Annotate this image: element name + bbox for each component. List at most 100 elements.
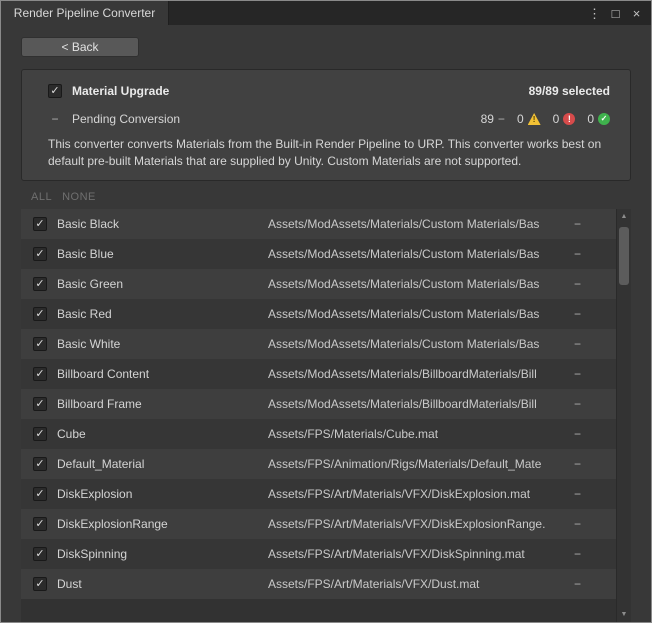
material-name: Basic Black xyxy=(57,217,268,231)
status-dash-icon: − xyxy=(570,457,610,471)
check-icon: ✓ xyxy=(35,249,44,260)
material-path: Assets/FPS/Animation/Rigs/Materials/Defa… xyxy=(268,457,570,471)
material-path: Assets/ModAssets/Materials/Custom Materi… xyxy=(268,337,570,351)
check-icon: ✓ xyxy=(35,429,44,440)
converter-panel: ✓ Material Upgrade 89/89 selected − Pend… xyxy=(21,69,631,181)
error-count-value: 0 xyxy=(553,112,560,126)
select-none-button[interactable]: NONE xyxy=(62,191,96,203)
warning-count-value: 0 xyxy=(517,112,524,126)
list-area: ✓ Basic Black Assets/ModAssets/Materials… xyxy=(21,209,631,622)
material-name: DiskExplosionRange xyxy=(57,517,268,531)
row-checkbox[interactable]: ✓ xyxy=(33,337,47,351)
status-dash-icon: − xyxy=(570,577,610,591)
row-checkbox[interactable]: ✓ xyxy=(33,367,47,381)
check-icon: ✓ xyxy=(35,279,44,290)
scrollbar-track[interactable] xyxy=(617,224,631,607)
scroll-up-icon[interactable]: ▲ xyxy=(617,209,631,224)
select-all-button[interactable]: ALL xyxy=(31,191,52,203)
material-path: Assets/ModAssets/Materials/Custom Materi… xyxy=(268,247,570,261)
status-dash-icon: − xyxy=(570,307,610,321)
material-name: Billboard Content xyxy=(57,367,268,381)
status-counts: 89 − 0 ! 0 ! 0 ✓ xyxy=(481,112,610,126)
converter-checkbox[interactable]: ✓ xyxy=(48,84,62,98)
list-item[interactable]: ✓ DiskExplosionRange Assets/FPS/Art/Mate… xyxy=(21,509,616,539)
check-icon: ✓ xyxy=(35,309,44,320)
list-item[interactable]: ✓ Billboard Content Assets/ModAssets/Mat… xyxy=(21,359,616,389)
check-icon: ✓ xyxy=(35,519,44,530)
material-path: Assets/FPS/Art/Materials/VFX/DiskExplosi… xyxy=(268,517,570,531)
material-name: Basic Red xyxy=(57,307,268,321)
list-controls: ALL NONE xyxy=(1,187,651,209)
material-list: ✓ Basic Black Assets/ModAssets/Materials… xyxy=(21,209,616,622)
check-icon: ✓ xyxy=(35,579,44,590)
list-item[interactable]: ✓ Default_Material Assets/FPS/Animation/… xyxy=(21,449,616,479)
check-icon: ✓ xyxy=(35,369,44,380)
window-controls: ⋮ □ × xyxy=(586,1,651,25)
check-icon: ✓ xyxy=(35,549,44,560)
toolbar: < Back xyxy=(1,25,651,67)
list-item[interactable]: ✓ DiskExplosion Assets/FPS/Art/Materials… xyxy=(21,479,616,509)
row-checkbox[interactable]: ✓ xyxy=(33,247,47,261)
material-name: DiskSpinning xyxy=(57,547,268,561)
material-path: Assets/ModAssets/Materials/Custom Materi… xyxy=(268,307,570,321)
status-dash-icon: − xyxy=(570,367,610,381)
converter-header: ✓ Material Upgrade 89/89 selected xyxy=(48,76,610,106)
material-name: Basic Green xyxy=(57,277,268,291)
status-dash-icon: − xyxy=(570,337,610,351)
converter-description: This converter converts Materials from t… xyxy=(48,132,610,170)
row-checkbox[interactable]: ✓ xyxy=(33,457,47,471)
row-checkbox[interactable]: ✓ xyxy=(33,307,47,321)
check-icon: ✓ xyxy=(50,86,59,97)
scrollbar[interactable]: ▲ ▼ xyxy=(616,209,631,622)
row-checkbox[interactable]: ✓ xyxy=(33,487,47,501)
row-checkbox[interactable]: ✓ xyxy=(33,517,47,531)
list-item[interactable]: ✓ Basic White Assets/ModAssets/Materials… xyxy=(21,329,616,359)
pending-count-value: 89 xyxy=(481,112,494,126)
list-item[interactable]: ✓ Dust Assets/FPS/Art/Materials/VFX/Dust… xyxy=(21,569,616,599)
row-checkbox[interactable]: ✓ xyxy=(33,577,47,591)
menu-icon[interactable]: ⋮ xyxy=(586,4,603,22)
row-checkbox[interactable]: ✓ xyxy=(33,277,47,291)
converter-title: Material Upgrade xyxy=(72,84,169,98)
list-item[interactable]: ✓ DiskSpinning Assets/FPS/Art/Materials/… xyxy=(21,539,616,569)
row-checkbox[interactable]: ✓ xyxy=(33,397,47,411)
list-item[interactable]: ✓ Basic Red Assets/ModAssets/Materials/C… xyxy=(21,299,616,329)
pending-row: − Pending Conversion 89 − 0 ! 0 ! 0 ✓ xyxy=(48,106,610,132)
maximize-icon[interactable]: □ xyxy=(607,4,624,22)
material-path: Assets/FPS/Art/Materials/VFX/Dust.mat xyxy=(268,577,570,591)
error-icon: ! xyxy=(563,113,575,125)
status-dash-icon: − xyxy=(570,217,610,231)
warning-count: 0 ! xyxy=(517,112,541,126)
material-name: Dust xyxy=(57,577,268,591)
warning-icon: ! xyxy=(528,113,541,125)
list-item[interactable]: ✓ Basic Green Assets/ModAssets/Materials… xyxy=(21,269,616,299)
close-icon[interactable]: × xyxy=(628,4,645,22)
material-name: Billboard Frame xyxy=(57,397,268,411)
check-icon: ✓ xyxy=(35,219,44,230)
window-tab[interactable]: Render Pipeline Converter xyxy=(1,1,169,25)
material-path: Assets/ModAssets/Materials/BillboardMate… xyxy=(268,397,570,411)
scroll-down-icon[interactable]: ▼ xyxy=(617,607,631,622)
status-dash-icon: − xyxy=(570,247,610,261)
list-item[interactable]: ✓ Cube Assets/FPS/Materials/Cube.mat − xyxy=(21,419,616,449)
row-checkbox[interactable]: ✓ xyxy=(33,427,47,441)
row-checkbox[interactable]: ✓ xyxy=(33,217,47,231)
row-checkbox[interactable]: ✓ xyxy=(33,547,47,561)
status-dash-icon: − xyxy=(570,427,610,441)
pending-dash-icon: − xyxy=(498,112,505,126)
scrollbar-thumb[interactable] xyxy=(619,227,629,285)
render-pipeline-converter-window: Render Pipeline Converter ⋮ □ × < Back ✓… xyxy=(0,0,652,623)
check-icon: ✓ xyxy=(35,339,44,350)
selected-summary: 89/89 selected xyxy=(529,84,610,98)
material-path: Assets/ModAssets/Materials/Custom Materi… xyxy=(268,217,570,231)
back-button[interactable]: < Back xyxy=(21,37,139,57)
material-name: DiskExplosion xyxy=(57,487,268,501)
list-item[interactable]: ✓ Basic Black Assets/ModAssets/Materials… xyxy=(21,209,616,239)
check-icon: ✓ xyxy=(35,489,44,500)
list-item[interactable]: ✓ Billboard Frame Assets/ModAssets/Mater… xyxy=(21,389,616,419)
material-path: Assets/ModAssets/Materials/Custom Materi… xyxy=(268,277,570,291)
material-name: Default_Material xyxy=(57,457,268,471)
success-count: 0 ✓ xyxy=(587,112,610,126)
list-item[interactable]: ✓ Basic Blue Assets/ModAssets/Materials/… xyxy=(21,239,616,269)
pending-count: 89 − xyxy=(481,112,505,126)
